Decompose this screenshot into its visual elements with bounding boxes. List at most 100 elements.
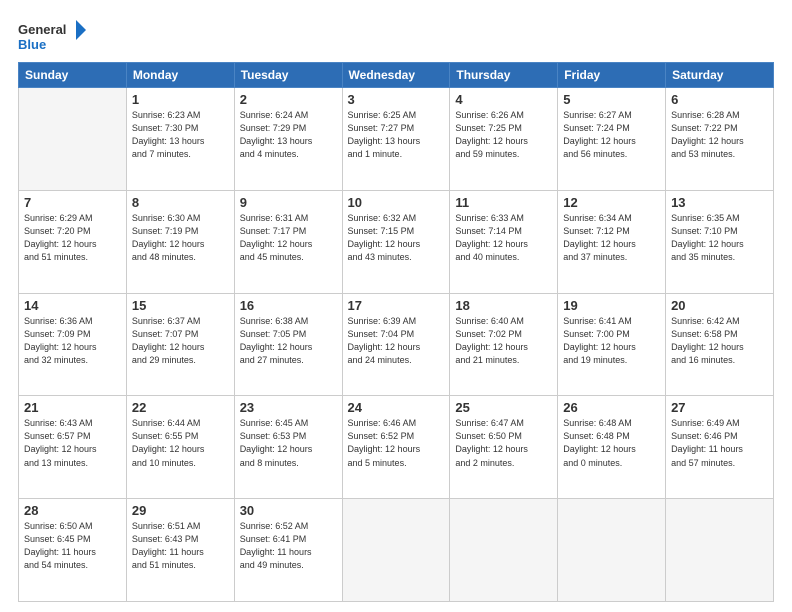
day-cell <box>666 499 774 602</box>
day-info: Sunrise: 6:45 AM Sunset: 6:53 PM Dayligh… <box>240 417 337 469</box>
day-number: 4 <box>455 92 552 107</box>
calendar-table: SundayMondayTuesdayWednesdayThursdayFrid… <box>18 62 774 602</box>
day-number: 3 <box>348 92 445 107</box>
day-info: Sunrise: 6:33 AM Sunset: 7:14 PM Dayligh… <box>455 212 552 264</box>
day-number: 30 <box>240 503 337 518</box>
day-info: Sunrise: 6:42 AM Sunset: 6:58 PM Dayligh… <box>671 315 768 367</box>
day-number: 5 <box>563 92 660 107</box>
day-cell: 10Sunrise: 6:32 AM Sunset: 7:15 PM Dayli… <box>342 190 450 293</box>
day-info: Sunrise: 6:39 AM Sunset: 7:04 PM Dayligh… <box>348 315 445 367</box>
day-cell <box>450 499 558 602</box>
column-header-saturday: Saturday <box>666 63 774 88</box>
day-info: Sunrise: 6:40 AM Sunset: 7:02 PM Dayligh… <box>455 315 552 367</box>
day-cell: 1Sunrise: 6:23 AM Sunset: 7:30 PM Daylig… <box>126 88 234 191</box>
day-cell: 20 Sunrise: 6:42 AM Sunset: 6:58 PM Dayli… <box>666 293 774 396</box>
logo: General Blue <box>18 18 88 56</box>
day-number: 26 <box>563 400 660 415</box>
day-cell: 18 Sunrise: 6:40 AM Sunset: 7:02 PM Dayli… <box>450 293 558 396</box>
day-cell: 4 Sunrise: 6:26 AM Sunset: 7:25 PM Daylig… <box>450 88 558 191</box>
day-info: Sunrise: 6:44 AM Sunset: 6:55 PM Dayligh… <box>132 417 229 469</box>
day-number: 28 <box>24 503 121 518</box>
day-info: Sunrise: 6:23 AM Sunset: 7:30 PM Dayligh… <box>132 109 229 161</box>
week-row-5: 28 Sunrise: 6:50 AM Sunset: 6:45 PM Dayli… <box>19 499 774 602</box>
day-cell: 11 Sunrise: 6:33 AM Sunset: 7:14 PM Dayli… <box>450 190 558 293</box>
day-info: Sunrise: 6:32 AM Sunset: 7:15 PM Dayligh… <box>348 212 445 264</box>
day-number: 13 <box>671 195 768 210</box>
day-number: 21 <box>24 400 121 415</box>
day-number: 7 <box>24 195 121 210</box>
day-info: Sunrise: 6:29 AM Sunset: 7:20 PM Dayligh… <box>24 212 121 264</box>
day-number: 6 <box>671 92 768 107</box>
day-number: 23 <box>240 400 337 415</box>
day-info: Sunrise: 6:35 AM Sunset: 7:10 PM Dayligh… <box>671 212 768 264</box>
svg-text:Blue: Blue <box>18 37 46 52</box>
column-header-wednesday: Wednesday <box>342 63 450 88</box>
column-header-sunday: Sunday <box>19 63 127 88</box>
day-cell: 23 Sunrise: 6:45 AM Sunset: 6:53 PM Dayli… <box>234 396 342 499</box>
column-header-friday: Friday <box>558 63 666 88</box>
day-cell: 29 Sunrise: 6:51 AM Sunset: 6:43 PM Dayli… <box>126 499 234 602</box>
day-info: Sunrise: 6:30 AM Sunset: 7:19 PM Dayligh… <box>132 212 229 264</box>
day-number: 8 <box>132 195 229 210</box>
day-number: 11 <box>455 195 552 210</box>
header: General Blue <box>18 18 774 56</box>
day-info: Sunrise: 6:46 AM Sunset: 6:52 PM Dayligh… <box>348 417 445 469</box>
svg-text:General: General <box>18 22 66 37</box>
day-info: Sunrise: 6:34 AM Sunset: 7:12 PM Dayligh… <box>563 212 660 264</box>
calendar-header-row: SundayMondayTuesdayWednesdayThursdayFrid… <box>19 63 774 88</box>
day-number: 18 <box>455 298 552 313</box>
day-number: 9 <box>240 195 337 210</box>
day-cell: 27Sunrise: 6:49 AM Sunset: 6:46 PM Dayli… <box>666 396 774 499</box>
day-cell: 9 Sunrise: 6:31 AM Sunset: 7:17 PM Daylig… <box>234 190 342 293</box>
day-info: Sunrise: 6:38 AM Sunset: 7:05 PM Dayligh… <box>240 315 337 367</box>
day-cell: 24 Sunrise: 6:46 AM Sunset: 6:52 PM Dayli… <box>342 396 450 499</box>
day-number: 19 <box>563 298 660 313</box>
column-header-monday: Monday <box>126 63 234 88</box>
day-cell: 28 Sunrise: 6:50 AM Sunset: 6:45 PM Dayli… <box>19 499 127 602</box>
day-info: Sunrise: 6:48 AM Sunset: 6:48 PM Dayligh… <box>563 417 660 469</box>
day-number: 15 <box>132 298 229 313</box>
column-header-thursday: Thursday <box>450 63 558 88</box>
week-row-1: 1Sunrise: 6:23 AM Sunset: 7:30 PM Daylig… <box>19 88 774 191</box>
day-info: Sunrise: 6:26 AM Sunset: 7:25 PM Dayligh… <box>455 109 552 161</box>
day-number: 2 <box>240 92 337 107</box>
week-row-4: 21Sunrise: 6:43 AM Sunset: 6:57 PM Dayli… <box>19 396 774 499</box>
day-info: Sunrise: 6:37 AM Sunset: 7:07 PM Dayligh… <box>132 315 229 367</box>
day-number: 24 <box>348 400 445 415</box>
day-cell: 8 Sunrise: 6:30 AM Sunset: 7:19 PM Daylig… <box>126 190 234 293</box>
day-info: Sunrise: 6:25 AM Sunset: 7:27 PM Dayligh… <box>348 109 445 161</box>
day-cell: 26 Sunrise: 6:48 AM Sunset: 6:48 PM Dayli… <box>558 396 666 499</box>
day-cell: 2 Sunrise: 6:24 AM Sunset: 7:29 PM Daylig… <box>234 88 342 191</box>
day-cell: 22Sunrise: 6:44 AM Sunset: 6:55 PM Dayli… <box>126 396 234 499</box>
day-cell: 25Sunrise: 6:47 AM Sunset: 6:50 PM Dayli… <box>450 396 558 499</box>
day-info: Sunrise: 6:50 AM Sunset: 6:45 PM Dayligh… <box>24 520 121 572</box>
day-number: 29 <box>132 503 229 518</box>
day-cell: 16 Sunrise: 6:38 AM Sunset: 7:05 PM Dayli… <box>234 293 342 396</box>
day-info: Sunrise: 6:31 AM Sunset: 7:17 PM Dayligh… <box>240 212 337 264</box>
day-cell <box>558 499 666 602</box>
day-cell: 12 Sunrise: 6:34 AM Sunset: 7:12 PM Dayli… <box>558 190 666 293</box>
day-info: Sunrise: 6:27 AM Sunset: 7:24 PM Dayligh… <box>563 109 660 161</box>
day-cell: 30 Sunrise: 6:52 AM Sunset: 6:41 PM Dayli… <box>234 499 342 602</box>
day-number: 16 <box>240 298 337 313</box>
page: General Blue SundayMondayTuesdayWednesda… <box>0 0 792 612</box>
day-info: Sunrise: 6:49 AM Sunset: 6:46 PM Dayligh… <box>671 417 768 469</box>
day-cell: 19 Sunrise: 6:41 AM Sunset: 7:00 PM Dayli… <box>558 293 666 396</box>
day-info: Sunrise: 6:51 AM Sunset: 6:43 PM Dayligh… <box>132 520 229 572</box>
day-info: Sunrise: 6:36 AM Sunset: 7:09 PM Dayligh… <box>24 315 121 367</box>
day-info: Sunrise: 6:41 AM Sunset: 7:00 PM Dayligh… <box>563 315 660 367</box>
day-cell <box>19 88 127 191</box>
day-number: 20 <box>671 298 768 313</box>
week-row-2: 7 Sunrise: 6:29 AM Sunset: 7:20 PM Daylig… <box>19 190 774 293</box>
day-info: Sunrise: 6:52 AM Sunset: 6:41 PM Dayligh… <box>240 520 337 572</box>
logo-svg: General Blue <box>18 18 88 56</box>
day-cell: 14Sunrise: 6:36 AM Sunset: 7:09 PM Dayli… <box>19 293 127 396</box>
day-number: 12 <box>563 195 660 210</box>
day-cell: 7 Sunrise: 6:29 AM Sunset: 7:20 PM Daylig… <box>19 190 127 293</box>
day-number: 17 <box>348 298 445 313</box>
day-cell: 17 Sunrise: 6:39 AM Sunset: 7:04 PM Dayli… <box>342 293 450 396</box>
day-cell: 15 Sunrise: 6:37 AM Sunset: 7:07 PM Dayli… <box>126 293 234 396</box>
day-info: Sunrise: 6:24 AM Sunset: 7:29 PM Dayligh… <box>240 109 337 161</box>
day-info: Sunrise: 6:47 AM Sunset: 6:50 PM Dayligh… <box>455 417 552 469</box>
day-cell: 3 Sunrise: 6:25 AM Sunset: 7:27 PM Daylig… <box>342 88 450 191</box>
